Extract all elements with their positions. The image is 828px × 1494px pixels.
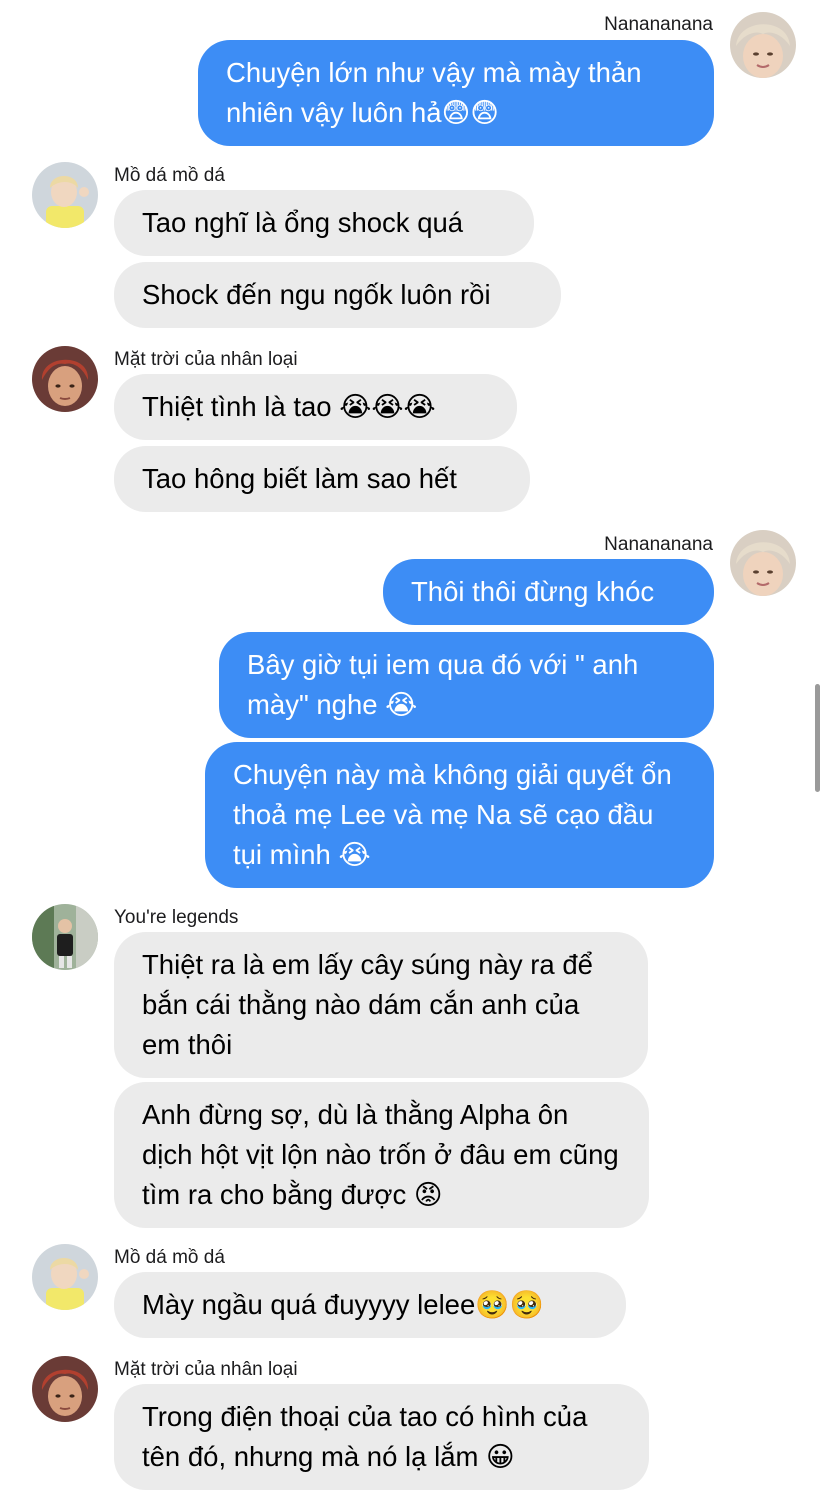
scrollbar[interactable] <box>815 684 820 792</box>
message-bubble[interactable]: Mày ngầu quá đuyyyy lelee🥹🥹 <box>114 1272 626 1338</box>
avatar-photo-icon <box>730 12 796 78</box>
avatar-mat-troi[interactable] <box>32 1356 98 1422</box>
avatar-youre-legends[interactable] <box>32 904 98 970</box>
sender-name: Mồ dá mồ dá <box>114 1247 225 1268</box>
avatar-mo-da[interactable] <box>32 162 98 228</box>
message-bubble[interactable]: Thiệt ra là em lấy cây súng này ra để bắ… <box>114 932 648 1078</box>
sender-name: Mặt trời của nhân loại <box>114 349 298 370</box>
message-bubble[interactable]: Thôi thôi đừng khóc <box>383 559 714 625</box>
message-text: Shock đến ngu ngốk luôn rồi <box>142 279 491 310</box>
message-bubble[interactable]: Chuyện lớn như vậy mà mày thản nhiên vậy… <box>198 40 714 146</box>
message-text: Trong điện thoại của tao có hình của tên… <box>142 1401 596 1472</box>
message-text: Thiệt tình là tao 😭😭😭 <box>142 391 436 422</box>
avatar-photo-icon <box>32 1356 98 1422</box>
message-text: Chuyện lớn như vậy mà mày thản nhiên vậy… <box>226 57 650 128</box>
avatar-mo-da[interactable] <box>32 1244 98 1310</box>
avatar-nanananana[interactable] <box>730 530 796 596</box>
sender-name: Mặt trời của nhân loại <box>114 1359 298 1380</box>
avatar-photo-icon <box>730 530 796 596</box>
message-text: Mày ngầu quá đuyyyy lelee🥹🥹 <box>142 1289 544 1320</box>
message-bubble[interactable]: Anh đừng sợ, dù là thằng Alpha ôn dịch h… <box>114 1082 649 1228</box>
message-bubble[interactable]: Chuyện này mà không giải quyết ổn thoả m… <box>205 742 714 888</box>
message-text: Thôi thôi đừng khóc <box>411 576 655 607</box>
message-text: Anh đừng sợ, dù là thằng Alpha ôn dịch h… <box>142 1099 627 1210</box>
avatar-mat-troi[interactable] <box>32 346 98 412</box>
avatar-photo-icon <box>32 904 98 970</box>
sender-name: Mồ dá mồ dá <box>114 165 225 186</box>
message-bubble[interactable]: Shock đến ngu ngốk luôn rồi <box>114 262 561 328</box>
avatar-photo-icon <box>32 162 98 228</box>
message-text: Tao nghĩ là ổng shock quá <box>142 207 464 238</box>
sender-name: Nanananana <box>604 14 713 35</box>
message-bubble[interactable]: Trong điện thoại của tao có hình của tên… <box>114 1384 649 1490</box>
avatar-nanananana[interactable] <box>730 12 796 78</box>
message-bubble[interactable]: Thiệt tình là tao 😭😭😭 <box>114 374 517 440</box>
message-bubble[interactable]: Tao hông biết làm sao hết <box>114 446 530 512</box>
message-bubble[interactable]: Bây giờ tụi iem qua đó với " anh mày" ng… <box>219 632 714 738</box>
sender-name: You're legends <box>114 907 239 928</box>
avatar-photo-icon <box>32 1244 98 1310</box>
message-text: Thiệt ra là em lấy cây súng này ra để bắ… <box>142 949 601 1060</box>
avatar-photo-icon <box>32 346 98 412</box>
message-text: Bây giờ tụi iem qua đó với " anh mày" ng… <box>247 649 646 720</box>
sender-name: Nanananana <box>604 534 713 555</box>
message-bubble[interactable]: Tao nghĩ là ổng shock quá <box>114 190 534 256</box>
message-text: Chuyện này mà không giải quyết ổn thoả m… <box>233 759 680 870</box>
message-text: Tao hông biết làm sao hết <box>142 463 457 494</box>
